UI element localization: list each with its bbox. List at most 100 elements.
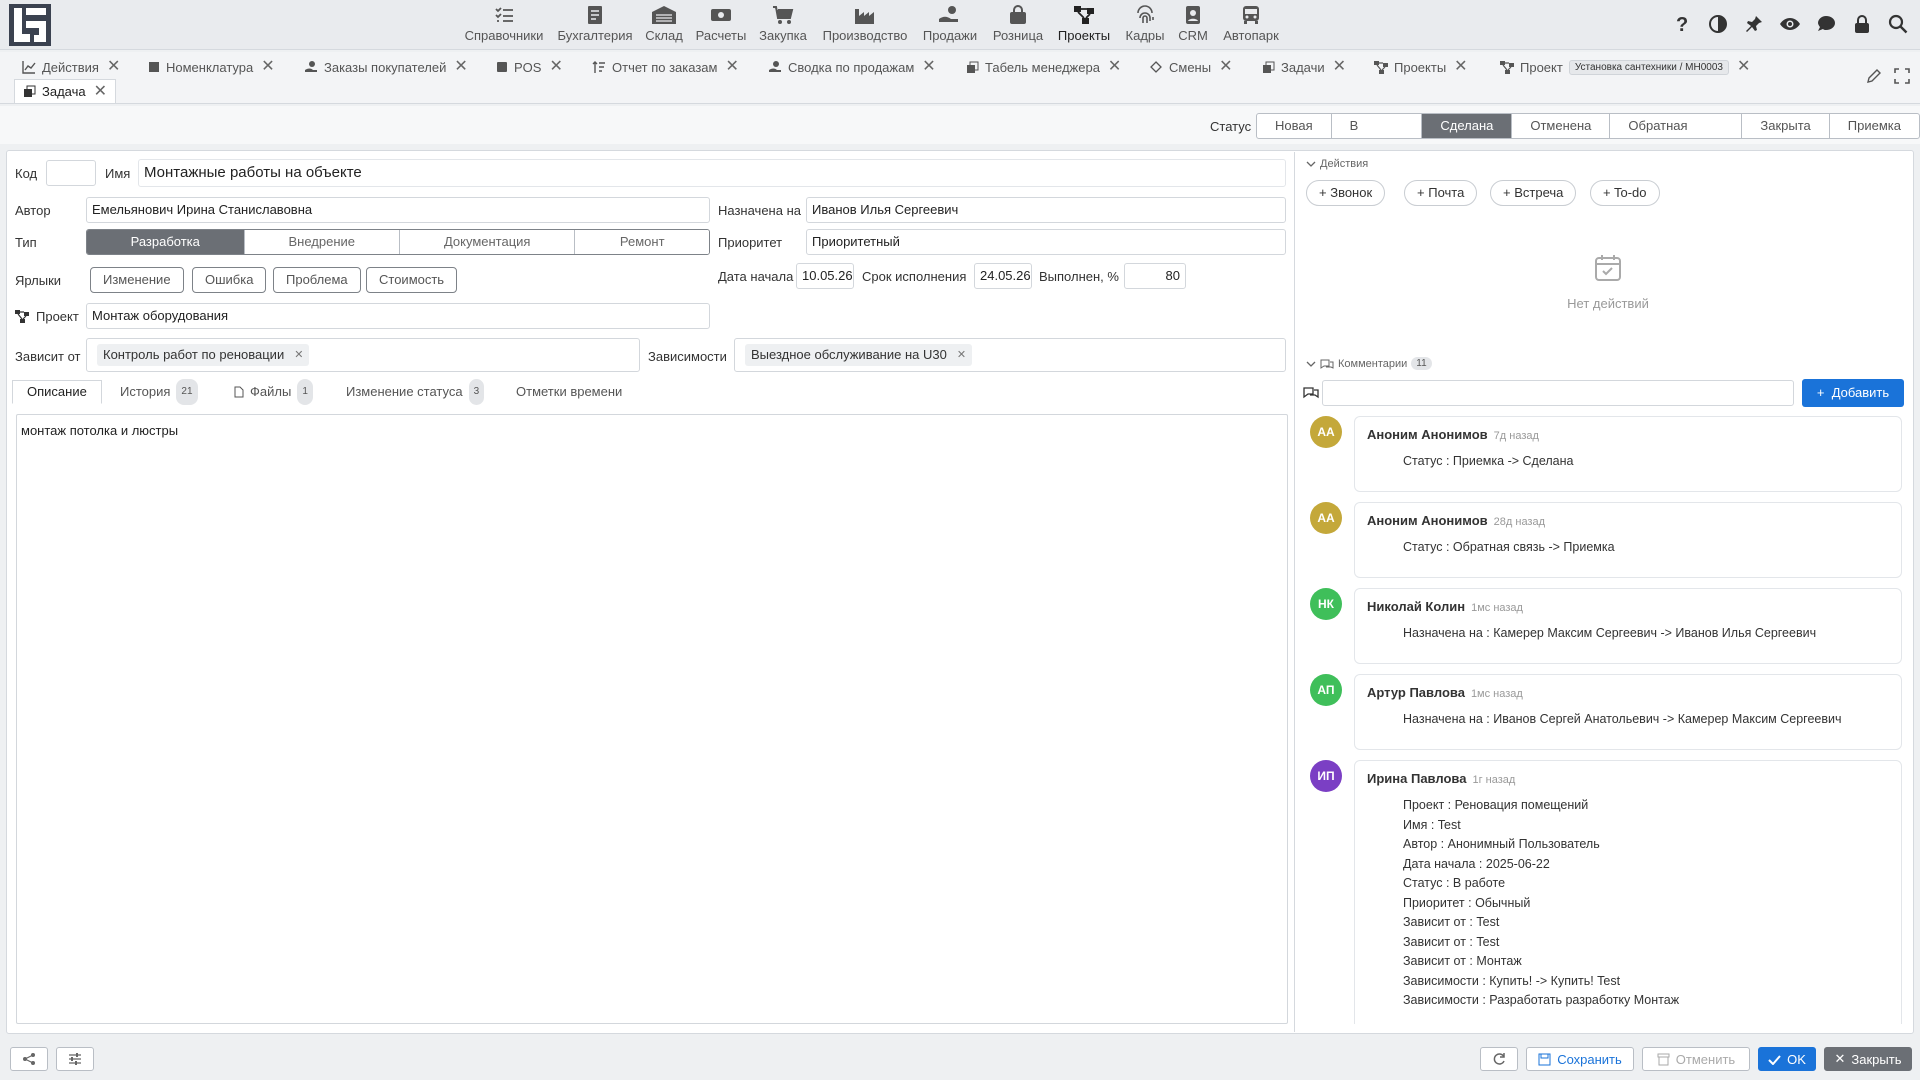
ok-button[interactable]: OK [1758,1047,1816,1071]
comment-input[interactable] [1322,380,1794,406]
label-chip-error[interactable]: Ошибка [192,267,267,293]
nav-item-kadry[interactable]: Кадры [1122,2,1168,48]
subtab-status-changes[interactable]: Изменение статуса 3 [346,379,485,405]
subtab-description[interactable]: Описание [12,380,102,404]
chat-icon[interactable] [1814,12,1838,36]
nav-item-roznitsa[interactable]: Розница [990,2,1046,48]
tab-otchet[interactable]: Отчет по заказам ✕ [592,56,739,78]
nav-item-buhgalteria[interactable]: Бухгалтерия [556,2,634,48]
fullscreen-icon[interactable] [1894,68,1910,84]
help-icon[interactable]: ? [1670,12,1694,36]
tab-tabel[interactable]: Табель менеджера ✕ [966,56,1121,78]
close-icon[interactable]: ✕ [922,59,935,75]
nav-item-raschety[interactable]: Расчеты [696,2,746,48]
close-icon[interactable]: ✕ [94,83,107,100]
subtab-time-marks[interactable]: Отметки времени [516,380,622,404]
description-textarea[interactable]: монтаж потолка и люстры [16,414,1288,1024]
close-icon[interactable]: ✕ [1333,59,1346,75]
settings-button[interactable] [56,1047,94,1071]
close-icon[interactable]: ✕ [725,59,738,75]
nav-item-zakupka[interactable]: Закупка [758,2,808,48]
pin-icon[interactable] [1742,12,1766,36]
type-option-implementation[interactable]: Внедрение [244,230,400,254]
close-button[interactable]: ✕ Закрыть [1824,1047,1912,1071]
button-label: To-do [1613,185,1647,200]
label-chip-problem[interactable]: Проблема [273,267,361,293]
status-option-acceptance[interactable]: Приемка [1830,114,1919,138]
tab-zadacha[interactable]: Задача ✕ [14,79,117,103]
close-icon[interactable]: ✕ [1454,59,1467,75]
edit-pencil-icon[interactable] [1866,68,1882,84]
nav-item-crm[interactable]: CRM [1176,2,1210,48]
author-input[interactable]: Емельянович Ирина Станиславовна [86,197,710,223]
label-chip-cost[interactable]: Стоимость [366,267,458,293]
label-chip-change[interactable]: Изменение [90,267,184,293]
status-selector: Новая В работе Сделана Отменена Обратная… [1256,113,1920,139]
catalog-icon [149,62,159,72]
hand-coin-icon [769,61,781,72]
status-option-done[interactable]: Сделана [1422,114,1513,138]
save-button[interactable]: Сохранить [1526,1047,1634,1071]
close-icon[interactable]: ✕ [1737,59,1750,75]
tab-proekty[interactable]: Проекты ✕ [1374,56,1468,78]
comments-header[interactable]: Комментарии 11 [1306,357,1432,370]
priority-input[interactable]: Приоритетный [806,229,1286,255]
name-input[interactable]: Монтажные работы на объекте [138,159,1286,187]
tab-nomenklatura[interactable]: Номенклатура ✕ [148,56,275,78]
nav-item-proekty[interactable]: Проекты [1056,2,1112,48]
depends-on-field[interactable]: Контроль работ по реновации ✕ [86,338,640,372]
status-option-feedback[interactable]: Обратная связь [1610,114,1743,138]
action-todo-button[interactable]: + To-do [1590,180,1660,206]
remove-tag-icon[interactable]: ✕ [294,344,303,366]
close-icon[interactable]: ✕ [549,59,562,75]
project-input[interactable]: Монтаж оборудования [86,303,710,329]
close-icon[interactable]: ✕ [261,59,274,75]
add-comment-button[interactable]: + Добавить [1802,379,1904,407]
tab-svodka[interactable]: Сводка по продажам ✕ [768,56,936,78]
close-icon[interactable]: ✕ [1219,59,1232,75]
subtab-files[interactable]: Файлы 1 [234,379,313,405]
nav-item-prodazhi[interactable]: Продажи [920,2,980,48]
share-button[interactable] [10,1047,48,1071]
type-option-repair[interactable]: Ремонт [575,230,709,254]
type-option-development[interactable]: Разработка [87,230,245,254]
tab-pos[interactable]: POS ✕ [496,56,563,78]
status-option-in-progress[interactable]: В работе [1332,114,1423,138]
close-icon[interactable]: ✕ [1108,59,1121,75]
action-meeting-button[interactable]: + Встреча [1490,180,1577,206]
status-option-cancelled[interactable]: Отменена [1512,114,1611,138]
search-icon[interactable] [1886,12,1910,36]
close-icon[interactable]: ✕ [454,59,467,75]
theme-contrast-icon[interactable] [1706,12,1730,36]
dependency-tag: Выездное обслуживание на U30 ✕ [745,344,973,366]
action-mail-button[interactable]: + Почта [1404,180,1478,206]
done-percent-input[interactable]: 80 [1124,263,1186,289]
tab-smeny[interactable]: Смены ✕ [1150,56,1233,78]
lock-icon[interactable] [1850,12,1874,36]
tab-zakazy[interactable]: Заказы покупателей ✕ [304,56,468,78]
assigned-input[interactable]: Иванов Илья Сергеевич [806,197,1286,223]
action-call-button[interactable]: + Звонок [1306,180,1386,206]
due-date-input[interactable]: 24.05.26 [974,263,1032,289]
eye-icon[interactable] [1778,12,1802,36]
close-icon[interactable]: ✕ [107,59,120,75]
remove-tag-icon[interactable]: ✕ [957,344,966,366]
tab-zadachi[interactable]: Задачи ✕ [1262,56,1346,78]
subtab-history[interactable]: История 21 [120,379,198,405]
status-option-new[interactable]: Новая [1257,114,1332,138]
tab-proekt[interactable]: Проект Установка сантехники / MH0003 ✕ [1500,56,1750,78]
type-option-documentation[interactable]: Документация [400,230,576,254]
code-input[interactable] [46,160,96,186]
nav-item-spravochniki[interactable]: Справочники [464,2,544,48]
refresh-button[interactable] [1480,1047,1518,1071]
nav-item-avtopark[interactable]: Автопарк [1220,2,1282,48]
start-date-input[interactable]: 10.05.26 [796,263,854,289]
tab-deystviya[interactable]: Действия ✕ [22,56,120,78]
cancel-button[interactable]: Отменить [1642,1047,1750,1071]
dependencies-field[interactable]: Выездное обслуживание на U30 ✕ [734,338,1286,372]
status-option-closed[interactable]: Закрыта [1742,114,1830,138]
actions-header[interactable]: Действия [1306,158,1368,170]
nav-item-sklad[interactable]: Склад [644,2,684,48]
comment-author: Артур Павлова [1367,685,1465,700]
nav-item-proizvodstvo[interactable]: Производство [820,2,910,48]
